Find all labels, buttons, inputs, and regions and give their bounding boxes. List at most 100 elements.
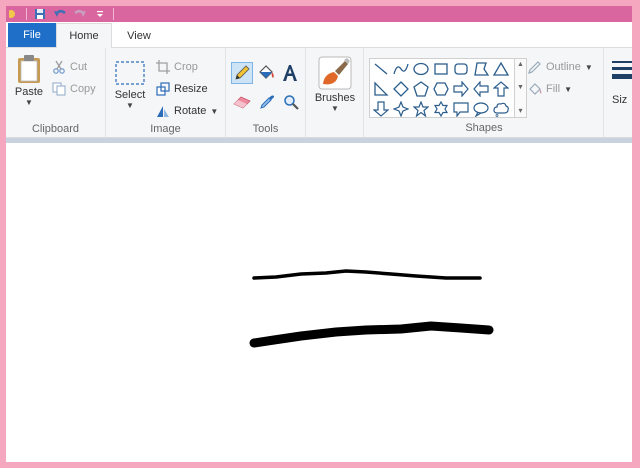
- thin-stroke: [252, 269, 482, 280]
- select-button[interactable]: Select ▼: [112, 60, 148, 110]
- chevron-down-icon: ▼: [564, 84, 572, 94]
- resize-icon: [156, 82, 170, 96]
- down-arrow-shape[interactable]: [372, 100, 390, 118]
- brushes-button[interactable]: Brushes ▼: [312, 56, 358, 113]
- oval-icon: [413, 62, 429, 76]
- gallery-expand-icon[interactable]: ▾: [518, 106, 522, 115]
- image-group-label: Image: [150, 123, 181, 135]
- text-tool[interactable]: [280, 62, 300, 84]
- crop-label: Crop: [174, 61, 198, 73]
- fill-tool[interactable]: [256, 63, 276, 83]
- tab-file[interactable]: File: [8, 23, 56, 47]
- right-arrow-shape[interactable]: [452, 80, 470, 98]
- copy-icon: [52, 82, 66, 96]
- up-arrow-shape[interactable]: [492, 80, 510, 98]
- fill-button[interactable]: Fill ▼: [528, 82, 572, 96]
- pentagon-shape[interactable]: [412, 80, 430, 98]
- resize-label: Resize: [174, 83, 208, 95]
- cloud-callout-icon: [493, 102, 509, 117]
- polygon-shape[interactable]: [472, 60, 490, 78]
- selection-icon: [115, 61, 145, 85]
- shapes-gallery-scrollbar[interactable]: ▲ ▼ ▾: [515, 58, 527, 118]
- quick-access-toolbar: [6, 6, 114, 22]
- rounded-rectangle-shape[interactable]: [452, 60, 470, 78]
- diamond-icon: [393, 81, 409, 97]
- left-arrow-icon: [473, 81, 489, 97]
- text-icon: [283, 65, 297, 81]
- line-size-icon: [612, 61, 632, 79]
- curve-shape[interactable]: [392, 60, 410, 78]
- undo-icon[interactable]: [53, 7, 67, 21]
- tab-view[interactable]: View: [116, 23, 162, 48]
- chevron-down-icon: ▼: [584, 62, 593, 72]
- magnifier-icon: [284, 95, 299, 110]
- save-icon[interactable]: [33, 7, 47, 21]
- qat-separator: [113, 8, 114, 20]
- color-picker-tool[interactable]: [257, 92, 277, 112]
- hexagon-shape[interactable]: [432, 80, 450, 98]
- paint-window: File Home View Paste ▼ Cut Copy Clipboar…: [6, 6, 632, 462]
- rectangular-callout-shape[interactable]: [452, 100, 470, 118]
- fill-bucket-icon: [259, 65, 274, 79]
- rotate-button[interactable]: Rotate ▼: [156, 104, 218, 118]
- cut-label: Cut: [70, 61, 88, 73]
- redo-icon[interactable]: [73, 7, 87, 21]
- curve-icon: [393, 63, 409, 75]
- canvas-drawing: [249, 269, 494, 348]
- rectangle-shape[interactable]: [432, 60, 450, 78]
- shapes-gallery: [369, 58, 515, 118]
- right-arrow-icon: [453, 81, 469, 97]
- eraser-tool[interactable]: [232, 92, 252, 112]
- rectangle-icon: [434, 63, 448, 75]
- rotate-label: Rotate: [174, 105, 207, 117]
- select-label: Select: [114, 89, 146, 101]
- scroll-up-icon[interactable]: ▲: [517, 61, 524, 68]
- drawing-canvas[interactable]: [6, 143, 632, 462]
- pencil-tool[interactable]: [231, 62, 253, 84]
- five-point-star-shape[interactable]: [412, 100, 430, 118]
- left-arrow-shape[interactable]: [472, 80, 490, 98]
- tab-home[interactable]: Home: [56, 23, 112, 48]
- thick-stroke: [249, 321, 494, 348]
- right-triangle-shape[interactable]: [372, 80, 390, 98]
- customize-dropdown-icon[interactable]: [93, 7, 107, 21]
- size-button[interactable]: Siz: [612, 58, 632, 106]
- line-shape[interactable]: [372, 60, 390, 78]
- fill-icon: [529, 83, 542, 95]
- paste-label: Paste: [14, 86, 44, 98]
- outline-label: Outline: [546, 61, 581, 73]
- copy-label: Copy: [70, 83, 96, 95]
- paste-button[interactable]: Paste ▼: [10, 54, 48, 107]
- copy-button[interactable]: Copy: [52, 82, 96, 96]
- polygon-icon: [474, 62, 489, 76]
- rotate-icon: [157, 106, 169, 117]
- four-point-star-icon: [393, 101, 409, 117]
- cloud-callout-shape[interactable]: [492, 100, 510, 118]
- rounded-rectangle-icon: [454, 63, 468, 75]
- resize-button[interactable]: Resize: [156, 82, 208, 96]
- crop-button[interactable]: Crop: [156, 60, 198, 74]
- outline-button[interactable]: Outline ▼: [528, 60, 593, 74]
- chevron-down-icon: ▼: [25, 98, 33, 107]
- clipboard-group: Paste ▼ Cut Copy Clipboard: [6, 48, 106, 138]
- diamond-shape[interactable]: [392, 80, 410, 98]
- five-point-star-icon: [413, 101, 429, 117]
- pentagon-icon: [413, 81, 429, 97]
- oval-shape[interactable]: [412, 60, 430, 78]
- pencil-icon: [235, 65, 250, 80]
- oval-callout-shape[interactable]: [472, 100, 490, 118]
- app-icon[interactable]: [6, 7, 20, 21]
- cut-button[interactable]: Cut: [52, 60, 87, 74]
- eraser-icon: [233, 96, 251, 109]
- triangle-shape[interactable]: [492, 60, 510, 78]
- brushes-group: Brushes ▼: [306, 48, 364, 138]
- four-point-star-shape[interactable]: [392, 100, 410, 118]
- six-point-star-shape[interactable]: [432, 100, 450, 118]
- brushes-label: Brushes: [314, 92, 356, 104]
- clipboard-group-label: Clipboard: [31, 123, 80, 135]
- qat-separator: [26, 8, 27, 20]
- scroll-down-icon[interactable]: ▼: [517, 84, 524, 91]
- title-bar: [6, 6, 632, 22]
- ribbon: Paste ▼ Cut Copy Clipboard Select ▼ Crop…: [6, 48, 632, 138]
- magnifier-tool[interactable]: [281, 92, 301, 112]
